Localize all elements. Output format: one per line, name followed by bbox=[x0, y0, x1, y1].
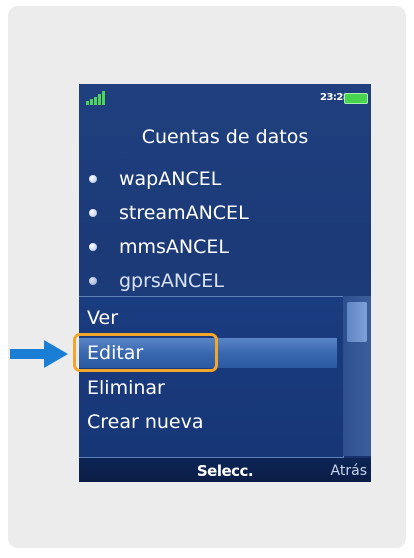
select-softkey[interactable]: Selecc. bbox=[79, 462, 371, 480]
menu-item-crear-nueva[interactable]: Crear nueva bbox=[79, 407, 337, 437]
right-arrow-icon bbox=[10, 340, 68, 368]
page-title: Cuentas de datos bbox=[141, 126, 309, 148]
back-softkey[interactable]: Atrás bbox=[331, 463, 367, 479]
signal-bars-icon bbox=[86, 91, 105, 105]
phone-screen: 23:28 Cuentas de datos wapANCEL streamAN… bbox=[79, 84, 371, 482]
list-item-label: streamANCEL bbox=[119, 202, 249, 224]
list-item[interactable]: gprsANCEL bbox=[79, 264, 371, 298]
bullet-icon bbox=[89, 209, 97, 217]
menu-scroll-thumb[interactable] bbox=[347, 302, 367, 342]
highlight-frame bbox=[73, 333, 218, 372]
list-item-label: mmsANCEL bbox=[119, 236, 229, 258]
list-item[interactable]: streamANCEL bbox=[79, 196, 371, 230]
softkey-bar: Selecc. Atrás bbox=[79, 458, 371, 482]
list-item-label: gprsANCEL bbox=[119, 270, 224, 292]
bullet-icon bbox=[89, 175, 97, 183]
menu-item-eliminar[interactable]: Eliminar bbox=[79, 373, 337, 403]
battery-icon bbox=[344, 93, 368, 104]
list-item[interactable]: wapANCEL bbox=[79, 162, 371, 196]
bullet-icon bbox=[89, 277, 97, 285]
context-menu: Ver Editar Eliminar Crear nueva bbox=[79, 296, 344, 458]
status-bar: 23:28 bbox=[79, 84, 371, 112]
list-item[interactable]: mmsANCEL bbox=[79, 230, 371, 264]
list-item-label: wapANCEL bbox=[119, 168, 222, 190]
menu-item-ver[interactable]: Ver bbox=[79, 303, 337, 333]
bullet-icon bbox=[89, 243, 97, 251]
accounts-list: wapANCEL streamANCEL mmsANCEL gprsANCEL bbox=[79, 162, 371, 298]
